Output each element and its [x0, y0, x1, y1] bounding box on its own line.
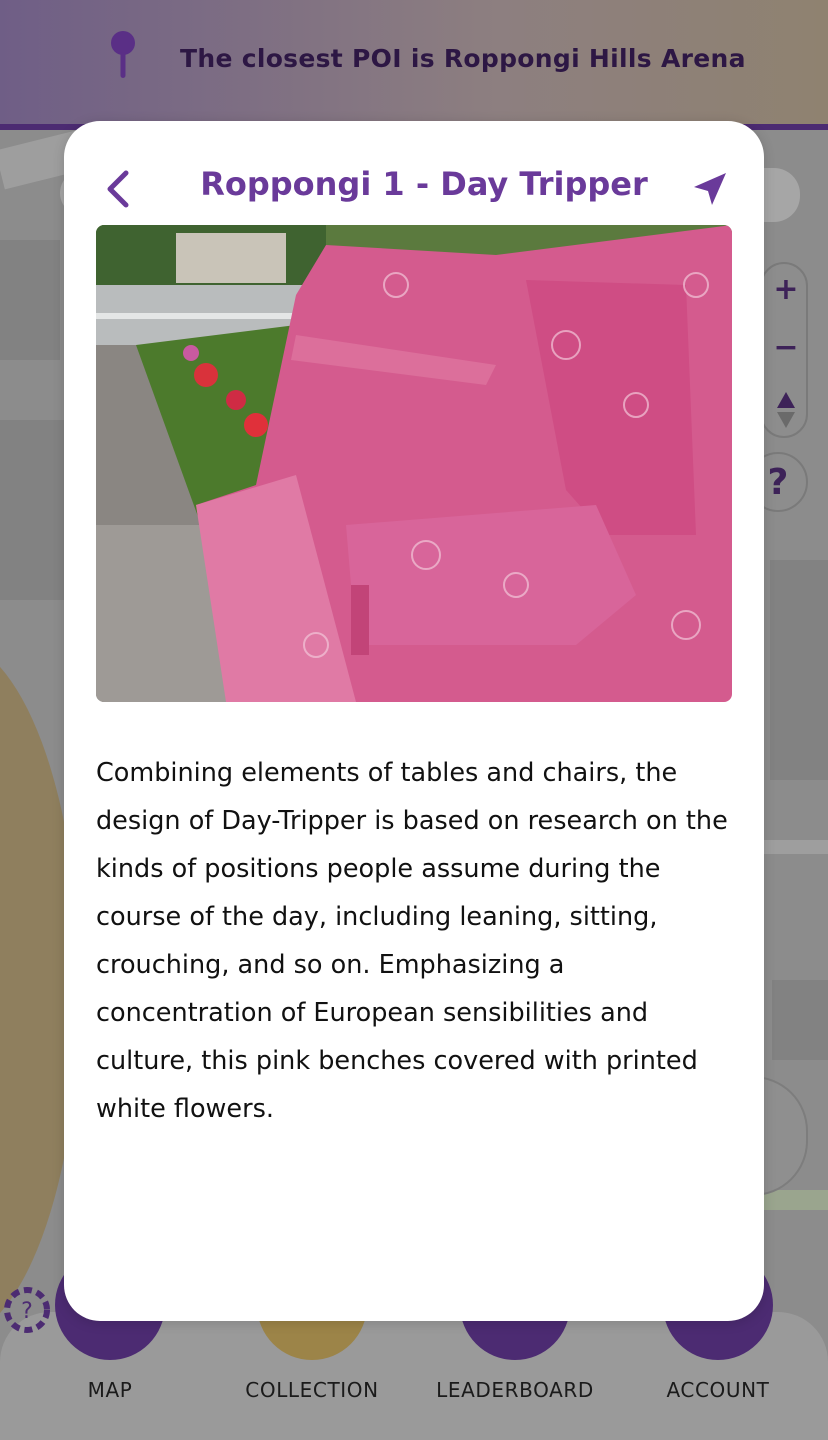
closest-poi-text: The closest POI is Roppongi Hills Arena: [180, 44, 746, 73]
zoom-controls[interactable]: + −: [760, 262, 808, 438]
poi-photo: [96, 225, 732, 702]
svg-text:?: ?: [21, 1299, 33, 1324]
nav-collection-label[interactable]: COLLECTION: [212, 1378, 412, 1402]
compass-icon[interactable]: [776, 392, 796, 428]
nav-account-label[interactable]: ACCOUNT: [618, 1378, 818, 1402]
zoom-out-button[interactable]: −: [762, 330, 810, 365]
poi-detail-modal: Roppongi 1 - Day Tripper Combining eleme…: [64, 121, 764, 1321]
zoom-in-button[interactable]: +: [762, 272, 810, 307]
map-pin-icon: [111, 31, 135, 78]
poi-title: Roppongi 1 - Day Tripper: [200, 165, 648, 203]
settings-gear-icon[interactable]: ?: [0, 1280, 54, 1340]
chevron-left-icon[interactable]: [100, 167, 136, 211]
nav-leaderboard-label[interactable]: LEADERBOARD: [415, 1378, 615, 1402]
poi-description: Combining elements of tables and chairs,…: [96, 758, 728, 1124]
navigation-arrow-icon[interactable]: [690, 169, 730, 209]
closest-poi-banner[interactable]: The closest POI is Roppongi Hills Arena: [0, 0, 828, 130]
nav-map-label[interactable]: MAP: [10, 1378, 210, 1402]
